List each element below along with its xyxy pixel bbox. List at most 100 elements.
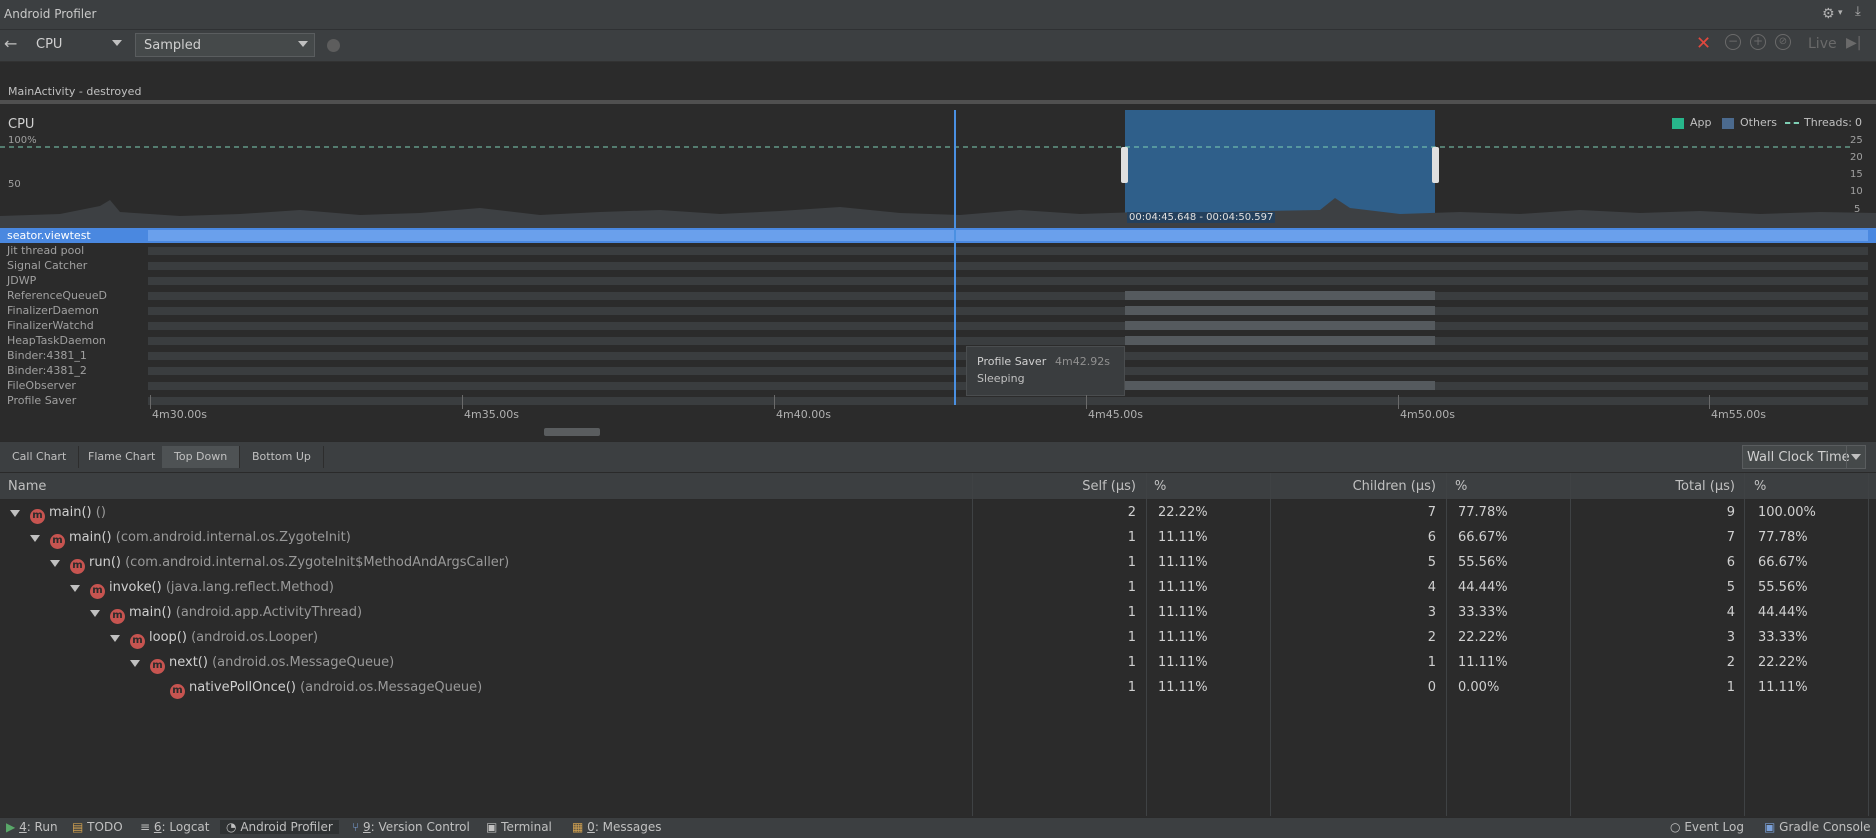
- expand-toggle-icon[interactable]: [10, 510, 20, 517]
- thread-activity-segment: [1125, 336, 1435, 345]
- table-row[interactable]: m run() (com.android.internal.os.ZygoteIn…: [0, 550, 1876, 575]
- expand-toggle-icon[interactable]: [30, 535, 40, 542]
- profiler-tool-button[interactable]: ◔ Android Profiler: [220, 820, 339, 834]
- live-label[interactable]: Live: [1808, 36, 1837, 52]
- expand-toggle-icon[interactable]: [90, 610, 100, 617]
- run-label: : Run: [26, 820, 58, 834]
- reset-zoom-icon[interactable]: ⊘: [1775, 34, 1791, 50]
- selection-range-text: 00:04:45.648 - 00:04:50.597: [1129, 212, 1274, 223]
- gear-icon[interactable]: ⚙: [1822, 6, 1835, 22]
- tab-flame-chart[interactable]: Flame Chart: [76, 446, 169, 468]
- messages-tool-button[interactable]: ▦ 0: Messages: [572, 820, 662, 834]
- terminal-label: Terminal: [501, 820, 552, 834]
- expand-toggle-icon[interactable]: [50, 560, 60, 567]
- thread-row[interactable]: HeapTaskDaemon: [0, 333, 1876, 348]
- thread-state-bar: [148, 397, 1868, 405]
- zoom-in-icon[interactable]: +: [1750, 34, 1766, 50]
- thread-row[interactable]: seator.viewtest: [0, 228, 1876, 243]
- tooltip-state: Sleeping: [977, 372, 1025, 385]
- expand-toggle-icon[interactable]: [110, 635, 120, 642]
- jump-to-live-icon[interactable]: ▶|: [1846, 35, 1861, 51]
- record-dot-icon[interactable]: [327, 39, 340, 52]
- minimize-icon[interactable]: ⤓: [1855, 4, 1861, 19]
- selection-handle-right[interactable]: [1432, 147, 1439, 183]
- threads-list[interactable]: seator.viewtest Jit thread pool Signal Cat…: [0, 228, 1876, 407]
- close-x-icon[interactable]: ✕: [1696, 33, 1711, 54]
- table-row[interactable]: m next() (android.os.MessageQueue) 1 11.11%…: [0, 650, 1876, 675]
- chevron-down-icon[interactable]: ▾: [1838, 8, 1843, 18]
- arrow-left-icon[interactable]: ←: [4, 34, 17, 53]
- thread-row[interactable]: FileObserver: [0, 378, 1876, 393]
- logcat-tool-button[interactable]: ≡ 6: Logcat: [140, 820, 209, 834]
- thread-state-bar: [148, 292, 1868, 300]
- selection-range[interactable]: [1125, 110, 1435, 228]
- todo-label: TODO: [87, 820, 123, 834]
- self-pct-cell: 22.22%: [1158, 505, 1208, 520]
- thread-activity-segment: [1125, 291, 1435, 300]
- method-name: run(): [89, 555, 121, 570]
- tab-bottom-up[interactable]: Bottom Up: [240, 446, 324, 468]
- children-pct-cell: 0.00%: [1458, 680, 1500, 695]
- todo-icon: ▤: [72, 820, 84, 834]
- selection-handle-left[interactable]: [1121, 147, 1128, 183]
- col-children-pct[interactable]: %: [1455, 479, 1467, 494]
- clock-select[interactable]: Wall Clock Time: [1742, 445, 1866, 469]
- thread-row[interactable]: JDWP: [0, 273, 1876, 288]
- todo-tool-button[interactable]: ▤ TODO: [72, 820, 123, 834]
- thread-row[interactable]: Jit thread pool: [0, 243, 1876, 258]
- terminal-tool-button[interactable]: ▣ Terminal: [486, 820, 552, 834]
- config-select[interactable]: Sampled: [135, 33, 315, 57]
- method-class: (android.os.MessageQueue): [212, 655, 395, 670]
- tab-call-chart[interactable]: Call Chart: [0, 446, 80, 468]
- total-cell: 6: [1726, 555, 1735, 570]
- children-cell: 3: [1427, 605, 1436, 620]
- time-tick-label: 4m55.00s: [1711, 408, 1766, 421]
- tab-top-down[interactable]: Top Down: [162, 446, 241, 468]
- time-axis: 4m30.00s 4m35.00s 4m40.00s 4m45.00s 4m50.00s…: [0, 395, 1876, 425]
- table-row[interactable]: m main() () 2 22.22% 7 77.78% 9 100.00%: [0, 500, 1876, 525]
- self-cell: 1: [1127, 655, 1136, 670]
- col-self[interactable]: Self (µs): [1060, 479, 1136, 494]
- vcs-tool-button[interactable]: ⑂ 9: Version Control: [352, 820, 470, 834]
- self-cell: 1: [1127, 605, 1136, 620]
- expand-toggle-icon[interactable]: [130, 660, 140, 667]
- thread-row[interactable]: FinalizerDaemon: [0, 303, 1876, 318]
- table-row[interactable]: m main() (com.android.internal.os.ZygoteI…: [0, 525, 1876, 550]
- self-cell: 2: [1127, 505, 1136, 520]
- monitor-select[interactable]: CPU: [28, 33, 128, 57]
- table-row[interactable]: m main() (android.app.ActivityThread) 1 11.…: [0, 600, 1876, 625]
- thread-row[interactable]: Signal Catcher: [0, 258, 1876, 273]
- event-log-button[interactable]: ○ Event Log: [1670, 820, 1744, 834]
- table-row[interactable]: m nativePollOnce() (android.os.MessageQue…: [0, 675, 1876, 700]
- app-legend-label: App: [1690, 116, 1712, 129]
- method-icon: m: [150, 659, 165, 674]
- cpu-usage-chart[interactable]: CPU 100% 50 00:04:45.648 - 00:04:50.597 …: [0, 110, 1876, 228]
- gradle-console-button[interactable]: ▣ Gradle Console: [1764, 820, 1871, 834]
- col-name[interactable]: Name: [8, 479, 46, 494]
- thread-row[interactable]: Binder:4381_1: [0, 348, 1876, 363]
- method-icon: m: [130, 634, 145, 649]
- col-total[interactable]: Total (µs): [1660, 479, 1735, 494]
- self-cell: 1: [1127, 630, 1136, 645]
- table-row[interactable]: m invoke() (java.lang.reflect.Method) 1 11.…: [0, 575, 1876, 600]
- col-children[interactable]: Children (µs): [1330, 479, 1436, 494]
- thread-row[interactable]: Binder:4381_2: [0, 363, 1876, 378]
- col-self-pct[interactable]: %: [1154, 479, 1166, 494]
- method-class: (android.os.MessageQueue): [300, 680, 483, 695]
- thread-row[interactable]: ReferenceQueueD: [0, 288, 1876, 303]
- logcat-label: : Logcat: [161, 820, 210, 834]
- run-tool-button[interactable]: ▶ 4: Run: [6, 820, 58, 834]
- thread-name: FileObserver: [7, 379, 76, 392]
- children-cell: 7: [1427, 505, 1436, 520]
- clock-select-value: Wall Clock Time: [1747, 450, 1850, 465]
- thread-row[interactable]: FinalizerWatchd: [0, 318, 1876, 333]
- table-row[interactable]: m loop() (android.os.Looper) 1 11.11% 2 22.22…: [0, 625, 1876, 650]
- self-cell: 1: [1127, 580, 1136, 595]
- expand-toggle-icon[interactable]: [70, 585, 80, 592]
- terminal-icon: ▣: [486, 820, 498, 834]
- horizontal-scrollbar[interactable]: [0, 425, 1876, 439]
- zoom-out-icon[interactable]: −: [1725, 34, 1741, 50]
- scrollbar-thumb[interactable]: [544, 428, 600, 436]
- vcs-key: 9: [363, 820, 371, 834]
- col-total-pct[interactable]: %: [1754, 479, 1766, 494]
